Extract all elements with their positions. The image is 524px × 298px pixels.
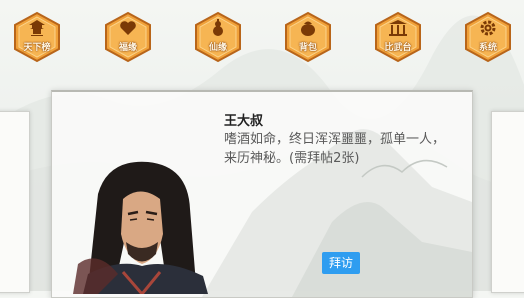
npc-description: 嗜酒如命，终日浑浑噩噩，孤单一人， 来历神秘。(需拜帖2张) <box>224 130 462 168</box>
menu-item-arena[interactable]: 比武台 <box>373 11 423 63</box>
npc-portrait <box>73 161 208 294</box>
gourd-icon <box>213 19 223 36</box>
npc-name: 王大叔 <box>224 114 264 129</box>
top-menu: 天下榜 福缘 仙缘 背包 比武台 系统 <box>0 0 524 72</box>
previous-card[interactable] <box>0 111 30 293</box>
npc-card: 王大叔 嗜酒如命，终日浑浑噩噩，孤单一人， 来历神秘。(需拜帖2张) 拜访 <box>51 90 473 298</box>
menu-item-system[interactable]: 系统 <box>463 11 513 63</box>
next-card[interactable] <box>491 111 524 293</box>
menu-label: 背包 <box>298 43 317 53</box>
menu-label: 系统 <box>478 43 497 53</box>
menu-item-fortune[interactable]: 福缘 <box>103 11 153 63</box>
npc-description-line-2: 来历神秘。(需拜帖2张) <box>224 151 360 166</box>
hearts-icon <box>120 21 136 35</box>
arena-icon <box>389 20 407 36</box>
menu-label: 仙缘 <box>208 43 227 53</box>
menu-item-immortal[interactable]: 仙缘 <box>193 11 243 63</box>
npc-description-line-1: 嗜酒如命，终日浑浑噩噩，孤单一人， <box>224 132 446 147</box>
menu-label: 天下榜 <box>23 43 51 53</box>
menu-item-ranking[interactable]: 天下榜 <box>12 11 62 63</box>
bag-icon <box>301 21 315 36</box>
menu-item-bag[interactable]: 背包 <box>283 11 333 63</box>
menu-label: 比武台 <box>384 43 412 53</box>
menu-label: 福缘 <box>118 43 137 53</box>
visit-button[interactable]: 拜访 <box>322 252 360 274</box>
pagoda-icon <box>29 20 45 36</box>
gear-icon <box>480 20 496 36</box>
